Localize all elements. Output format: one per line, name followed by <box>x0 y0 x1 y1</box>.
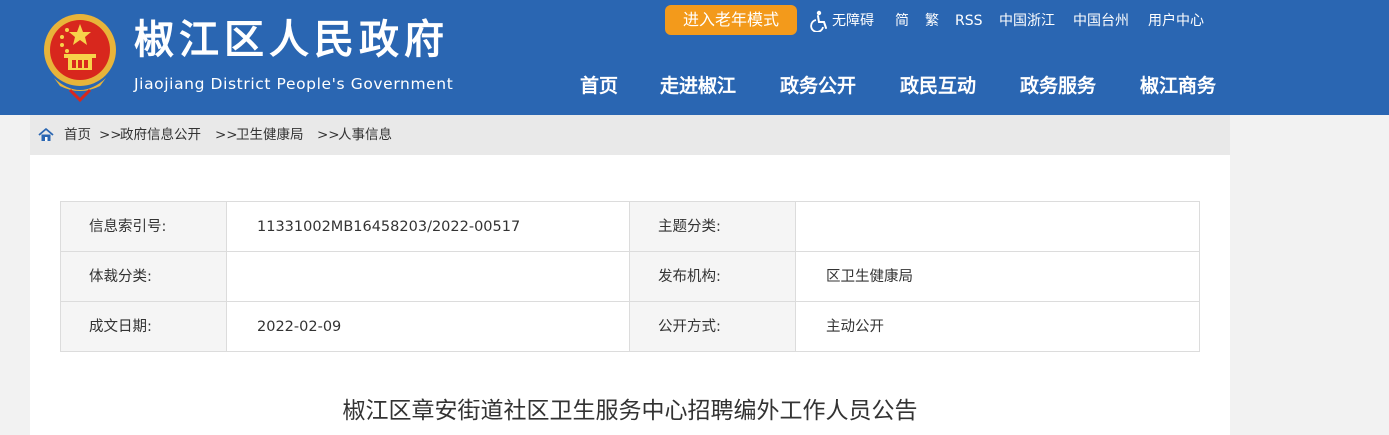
date-label: 成文日期: <box>61 302 227 351</box>
accessibility-link[interactable]: 无障碍 <box>832 10 874 32</box>
taizhou-link[interactable]: 中国台州 <box>1073 10 1129 32</box>
disclosure-mode-label: 公开方式: <box>630 302 796 351</box>
site-title: 椒江区人民政府 <box>134 17 449 63</box>
elder-mode-button[interactable]: 进入老年模式 <box>665 5 797 35</box>
site-subtitle: Jiaojiang District People's Government <box>134 75 454 93</box>
genre-label: 体裁分类: <box>61 252 227 302</box>
nav-item-commerce[interactable]: 椒江商务 <box>1140 72 1216 100</box>
breadcrumb-separator: >> <box>99 127 122 143</box>
breadcrumb-separator: >> <box>317 127 340 143</box>
breadcrumb <box>30 115 1230 155</box>
nav-item-interaction[interactable]: 政民互动 <box>900 72 976 100</box>
info-table: 信息索引号: 11331002MB16458203/2022-00517 主题分… <box>60 201 1200 352</box>
rss-link[interactable]: RSS <box>955 10 983 32</box>
home-icon <box>38 128 54 141</box>
nav-item-about[interactable]: 走进椒江 <box>660 72 736 100</box>
national-emblem-icon <box>44 14 116 102</box>
publisher-value: 区卫生健康局 <box>796 252 1199 302</box>
nav-item-gov-affairs[interactable]: 政务公开 <box>780 72 856 100</box>
index-number-value: 11331002MB16458203/2022-00517 <box>227 202 630 252</box>
breadcrumb-item-health-bureau[interactable]: 卫生健康局 <box>236 125 304 145</box>
breadcrumb-home[interactable]: 首页 <box>64 125 91 145</box>
simplified-chinese-link[interactable]: 简 <box>895 10 909 32</box>
breadcrumb-item-gov-info[interactable]: 政府信息公开 <box>120 125 201 145</box>
topic-value <box>796 202 1199 252</box>
breadcrumb-separator: >> <box>215 127 238 143</box>
accessibility-icon[interactable] <box>810 10 830 32</box>
nav-item-services[interactable]: 政务服务 <box>1020 72 1096 100</box>
topic-label: 主题分类: <box>630 202 796 252</box>
traditional-chinese-link[interactable]: 繁 <box>925 10 939 32</box>
disclosure-mode-value: 主动公开 <box>796 302 1199 351</box>
breadcrumb-item-personnel[interactable]: 人事信息 <box>338 125 392 145</box>
nav-item-home[interactable]: 首页 <box>580 72 618 100</box>
index-number-label: 信息索引号: <box>61 202 227 252</box>
article-title: 椒江区章安街道社区卫生服务中心招聘编外工作人员公告 <box>342 398 918 424</box>
zhejiang-link[interactable]: 中国浙江 <box>999 10 1055 32</box>
user-center-link[interactable]: 用户中心 <box>1148 10 1204 32</box>
publisher-label: 发布机构: <box>630 252 796 302</box>
date-value: 2022-02-09 <box>227 302 630 351</box>
genre-value <box>227 252 630 302</box>
